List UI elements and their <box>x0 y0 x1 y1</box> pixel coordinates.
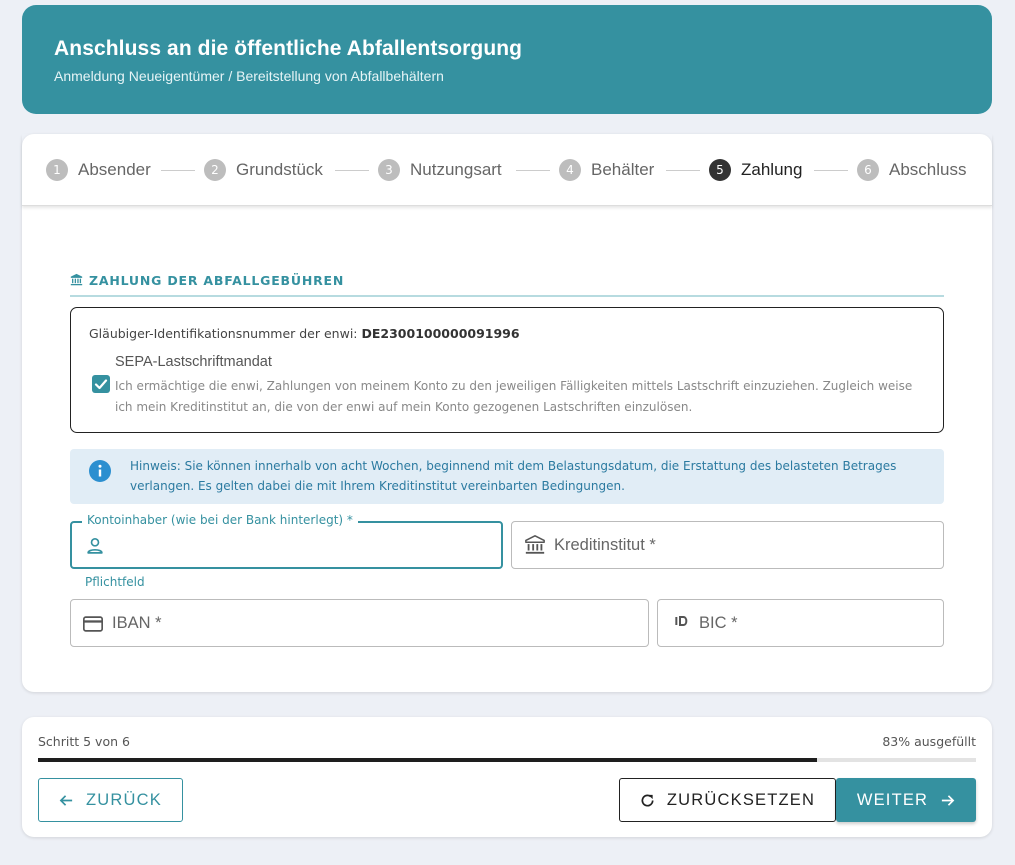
sepa-mandate-title: SEPA-Lastschriftmandat <box>115 354 272 370</box>
next-button-label: WEITER <box>856 790 929 809</box>
back-button-label: ZURÜCK <box>86 790 162 809</box>
section-title: ZAHLUNG DER ABFALLGEBÜHREN <box>70 273 944 297</box>
form-card: 1 Absender 2 Grundstück 3 Nutzungsart 4 … <box>22 134 992 692</box>
step-label: Nutzungsart <box>410 160 502 179</box>
reset-button-label: ZURÜCKSETZEN <box>666 790 816 809</box>
iban-placeholder: IBAN * <box>112 614 162 632</box>
step-label: Abschluss <box>889 160 967 179</box>
bank-icon <box>70 273 83 286</box>
page-subtitle: Anmeldung Neueigentümer / Bereitstellung… <box>54 68 444 84</box>
id-icon <box>675 616 688 626</box>
section-title-text: ZAHLUNG DER ABFALLGEBÜHREN <box>89 273 345 288</box>
step-number: 2 <box>204 159 226 181</box>
person-icon <box>87 538 103 554</box>
step-grundstueck[interactable]: 2 Grundstück <box>204 158 323 182</box>
step-label: Grundstück <box>236 160 323 179</box>
creditor-id-label: Gläubiger-Identifikationsnummer der enwi… <box>89 326 358 341</box>
sepa-mandate-text: Ich ermächtige die enwi, Zahlungen von m… <box>115 379 913 414</box>
app-header: Anschluss an die öffentliche Abfallentso… <box>22 5 992 114</box>
page-title: Anschluss an die öffentliche Abfallentso… <box>54 37 523 60</box>
step-connector <box>516 170 550 171</box>
stepper: 1 Absender 2 Grundstück 3 Nutzungsart 4 … <box>22 134 992 206</box>
step-nutzungsart[interactable]: 3 Nutzungsart <box>378 158 502 182</box>
step-connector <box>161 170 195 171</box>
progress-fill <box>38 758 817 762</box>
sepa-mandate-checkbox[interactable] <box>92 375 110 393</box>
sepa-mandate-box: Gläubiger-Identifikationsnummer der enwi… <box>70 307 944 433</box>
bank-field[interactable]: Kreditinstitut * <box>511 521 944 569</box>
refresh-icon <box>641 794 654 806</box>
account-holder-helper: Pflichtfeld <box>85 575 145 589</box>
step-number: 6 <box>857 159 879 181</box>
progress-bar <box>38 758 976 762</box>
info-icon <box>89 460 111 482</box>
step-label: Absender <box>78 160 151 179</box>
next-button[interactable]: WEITER <box>836 778 976 822</box>
step-connector <box>335 170 369 171</box>
bank-icon <box>525 535 545 554</box>
step-label: Zahlung <box>741 160 803 179</box>
reset-button[interactable]: ZURÜCKSETZEN <box>619 778 836 822</box>
creditor-id-row: Gläubiger-Identifikationsnummer der enwi… <box>89 326 520 341</box>
step-behaelter[interactable]: 4 Behälter <box>559 158 654 182</box>
step-number: 1 <box>46 159 68 181</box>
step-connector <box>666 170 700 171</box>
step-number: 4 <box>559 159 581 181</box>
back-button[interactable]: ZURÜCK <box>38 778 183 822</box>
creditor-id-value: DE2300100000091996 <box>361 326 520 341</box>
step-number: 5 <box>709 159 731 181</box>
hint-alert: Hinweis: Sie können innerhalb von acht W… <box>70 449 944 504</box>
step-connector <box>814 170 848 171</box>
iban-field[interactable]: IBAN * <box>70 599 649 647</box>
step-absender[interactable]: 1 Absender <box>46 158 151 182</box>
progress-percent: 83% ausgefüllt <box>882 734 976 749</box>
account-holder-field[interactable]: Kontoinhaber (wie bei der Bank hinterleg… <box>70 513 503 569</box>
arrow-right-icon <box>942 794 955 806</box>
checkmark-icon <box>94 379 108 390</box>
step-abschluss[interactable]: 6 Abschluss <box>857 158 966 182</box>
arrow-left-icon <box>59 794 73 806</box>
form-footer: Schritt 5 von 6 83% ausgefüllt ZURÜCK ZU… <box>22 717 992 837</box>
bank-placeholder: Kreditinstitut * <box>554 536 656 554</box>
account-holder-label: Kontoinhaber (wie bei der Bank hinterleg… <box>82 513 358 527</box>
credit-card-icon <box>83 616 103 632</box>
bic-placeholder: BIC * <box>699 614 738 632</box>
step-label: Behälter <box>591 160 655 179</box>
hint-text: Hinweis: Sie können innerhalb von acht W… <box>130 459 897 493</box>
step-counter: Schritt 5 von 6 <box>38 734 130 749</box>
step-number: 3 <box>378 159 400 181</box>
bic-field[interactable]: BIC * <box>657 599 944 647</box>
step-zahlung[interactable]: 5 Zahlung <box>709 158 802 182</box>
